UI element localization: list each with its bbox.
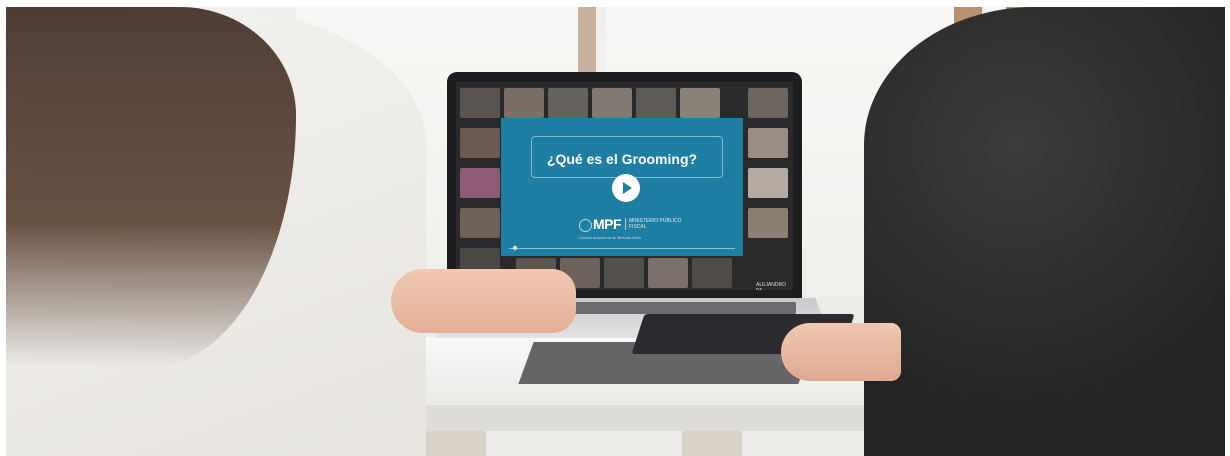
progress-handle[interactable] xyxy=(513,246,517,250)
desk-leg xyxy=(682,431,742,456)
logo-name: MPF xyxy=(593,216,622,232)
hand xyxy=(391,269,576,333)
participant-tile xyxy=(460,128,500,158)
hero-photo: ALEJANDRO PA... ¿Qué es el Grooming? MPF… xyxy=(6,7,1225,456)
logo-subtitle: MINISTERIO PÚBLICO FISCAL xyxy=(625,218,689,230)
participant-tile xyxy=(604,258,644,288)
participant-tile xyxy=(460,168,500,198)
video-progress-bar[interactable] xyxy=(509,248,735,249)
participant-tile xyxy=(636,88,676,118)
participant-tile xyxy=(748,128,788,158)
hand xyxy=(781,323,901,381)
participant-tile xyxy=(680,88,720,118)
participant-tile xyxy=(460,208,500,238)
logo-tagline: Ciudad Autónoma de Buenos Aires xyxy=(579,235,642,240)
play-icon[interactable] xyxy=(612,174,640,202)
video-title: ¿Qué es el Grooming? xyxy=(546,151,698,167)
desk-leg xyxy=(426,431,486,456)
participant-tile xyxy=(748,208,788,238)
participant-tile xyxy=(748,88,788,118)
participant-tile xyxy=(648,258,688,288)
participant-tile xyxy=(460,88,500,118)
participant-tile xyxy=(548,88,588,118)
participant-tile xyxy=(748,168,788,198)
logo-emblem-icon xyxy=(579,219,592,232)
participant-name: ALEJANDRO PA... xyxy=(756,282,787,290)
participant-tile xyxy=(504,88,544,118)
desk-edge xyxy=(386,405,946,431)
participant-tile xyxy=(692,258,732,288)
person-right xyxy=(864,7,1225,456)
participant-tile xyxy=(592,88,632,118)
video-player[interactable]: ¿Qué es el Grooming? MPF MINISTERIO PÚBL… xyxy=(501,118,743,256)
